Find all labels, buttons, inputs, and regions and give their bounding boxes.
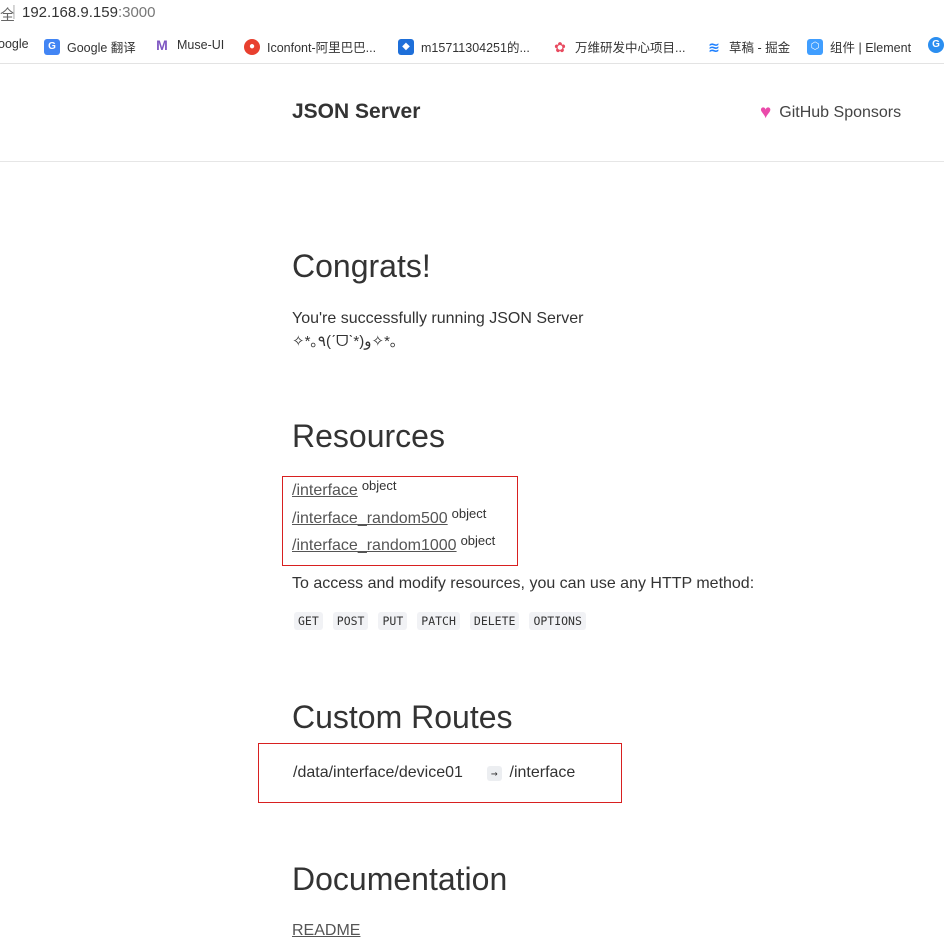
kaomoji-text: ✧*｡٩(ˊᗜˋ*)و✧*｡	[292, 333, 398, 350]
bookmark-google-translate[interactable]: G Google 翻译	[44, 37, 136, 56]
resources-heading: Resources	[292, 418, 445, 454]
url-host: 192.168.9.159	[22, 4, 118, 21]
sponsor-label: GitHub Sponsors	[779, 103, 902, 121]
bookmark-label: 草稿 - 掘金	[729, 41, 791, 55]
url-port: :3000	[117, 4, 156, 21]
bookmark-m15711304251[interactable]: ◆ m15711304251的...	[398, 37, 530, 56]
bookmark-label: 万维研发中心项目...	[575, 41, 686, 55]
http-method-options: OPTIONS	[529, 612, 586, 630]
flower-icon: ✿	[552, 38, 568, 55]
bookmark-label: m15711304251的...	[421, 41, 530, 55]
bookmark-juejin[interactable]: ≋ 草稿 - 掘金	[706, 37, 790, 56]
muse-ui-icon: M	[154, 37, 170, 53]
address-separator: |	[12, 3, 16, 20]
readme-link[interactable]: README	[292, 922, 360, 939]
http-method-post: POST	[332, 612, 369, 630]
bookmark-label: 组件 | Element	[830, 41, 912, 55]
brand-title: JSON Server	[292, 100, 421, 123]
http-method-delete: DELETE	[469, 612, 520, 630]
juejin-icon: ≋	[706, 38, 722, 55]
bookmark-label: oogle	[0, 37, 29, 51]
bookmark-app-icon: ◆	[398, 38, 414, 55]
bookmark-label: Muse-UI	[177, 38, 225, 52]
bookmark-iconfont[interactable]: ● Iconfont-阿里巴巴...	[244, 37, 376, 56]
bookmarks-bar: oogle G Google 翻译 M Muse-UI ● Iconfont-阿…	[0, 27, 944, 64]
congrats-heading: Congrats!	[292, 248, 431, 284]
success-message: You're successfully running JSON Server	[292, 310, 584, 327]
overflow-bookmark-icon: G	[928, 37, 944, 53]
resources-annotation-box	[282, 476, 518, 566]
custom-route-annotation-box	[258, 743, 622, 803]
access-description: To access and modify resources, you can …	[292, 575, 755, 592]
documentation-heading: Documentation	[292, 861, 508, 897]
http-method-get: GET	[294, 612, 323, 630]
bookmark-label: Google 翻译	[67, 41, 136, 55]
bookmark-element[interactable]: ⬡ 组件 | Element	[807, 37, 911, 56]
bookmark-muse-ui[interactable]: M Muse-UI	[154, 37, 224, 53]
heart-icon: ♥	[760, 102, 772, 123]
address-bar[interactable]: 全 | 192.168.9.159:3000	[0, 0, 944, 27]
github-sponsors-link[interactable]: ♥ GitHub Sponsors	[760, 103, 901, 122]
element-icon: ⬡	[807, 38, 823, 55]
google-translate-icon: G	[44, 38, 60, 55]
url-text[interactable]: 192.168.9.159:3000	[22, 4, 155, 21]
readme-item: README	[292, 922, 360, 940]
http-method-patch: PATCH	[417, 612, 460, 630]
http-methods-list: GET POST PUT PATCH DELETE OPTIONS	[294, 612, 586, 630]
bookmark-wanwei[interactable]: ✿ 万维研发中心项目...	[552, 37, 685, 56]
page-header: JSON Server ♥ GitHub Sponsors	[0, 64, 944, 162]
bookmark-label: Iconfont-阿里巴巴...	[267, 41, 377, 55]
iconfont-icon: ●	[244, 38, 260, 55]
http-method-put: PUT	[378, 612, 408, 630]
bookmark-google[interactable]: oogle	[0, 37, 29, 51]
bookmark-overflow[interactable]: G	[928, 37, 944, 53]
custom-routes-heading: Custom Routes	[292, 699, 513, 735]
